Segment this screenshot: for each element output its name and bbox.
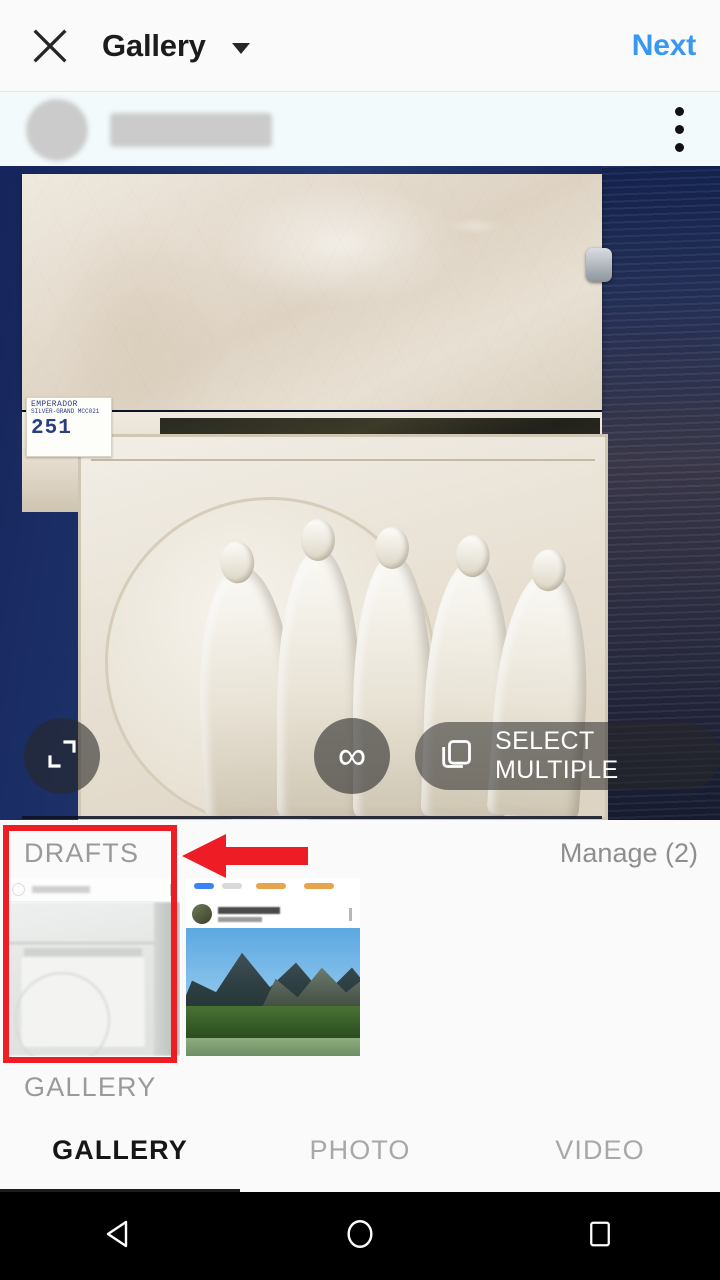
label-line-2: SILVER-GRAND MCC021 [31,408,100,416]
draft-1-image [6,902,180,1056]
draft-2-image [186,928,360,1056]
select-multiple-label: SELECT MULTIPLE [495,727,619,784]
expand-button[interactable] [24,718,100,794]
post-creation-screen: Gallery Next EMPERADOR SILVER-GRAND MCC0… [0,0,720,1280]
drafts-title: DRAFTS [24,837,140,868]
preview-handwritten-label: EMPERADOR SILVER-GRAND MCC021 251 [26,397,112,457]
close-button[interactable] [14,0,86,92]
infinity-icon: ∞ [337,734,367,778]
draft-2-stories-row [186,878,360,900]
nav-home-button[interactable] [300,1192,420,1280]
gallery-section-label: GALLERY [24,1072,157,1102]
chevron-down-icon[interactable] [231,43,250,54]
boomerang-button[interactable]: ∞ [314,718,390,794]
avatar [26,98,88,161]
draft-1-header [6,878,180,902]
top-app-bar: Gallery Next [0,0,720,92]
tab-photo[interactable]: PHOTO [240,1110,480,1190]
layers-icon [437,734,477,779]
select-multiple-button[interactable]: SELECT MULTIPLE [415,722,720,790]
tab-gallery[interactable]: GALLERY [0,1110,240,1190]
close-icon [27,23,73,69]
draft-2-header [186,900,360,928]
tab-video[interactable]: VIDEO [480,1110,720,1190]
account-header-row[interactable] [0,93,720,166]
back-triangle-icon [102,1216,138,1257]
source-tabs: GALLERY PHOTO VIDEO [0,1110,720,1190]
preview-hinge [586,248,612,282]
nav-back-button[interactable] [60,1192,180,1280]
next-button[interactable]: Next [632,29,696,63]
label-number: 251 [31,416,72,440]
expand-icon [44,736,80,777]
page-title: Gallery [102,27,206,63]
recents-square-icon [585,1219,615,1254]
preview-marble-slab-upper [22,174,602,410]
manage-drafts-link[interactable]: Manage (2) [560,838,698,869]
nav-recents-button[interactable] [540,1192,660,1280]
home-circle-icon [343,1217,377,1256]
draft-thumbnail-2[interactable] [186,878,360,1056]
username-redacted [110,112,272,147]
drafts-header: DRAFTS Manage (2) [0,826,720,880]
drafts-thumbnail-strip [0,878,720,1062]
annotation-arrow-icon [182,832,308,880]
draft-thumbnail-1[interactable] [6,878,180,1056]
overflow-menu-icon[interactable] [675,107,684,152]
android-navigation-bar [0,1192,720,1280]
preview-seam-lower [22,816,602,819]
